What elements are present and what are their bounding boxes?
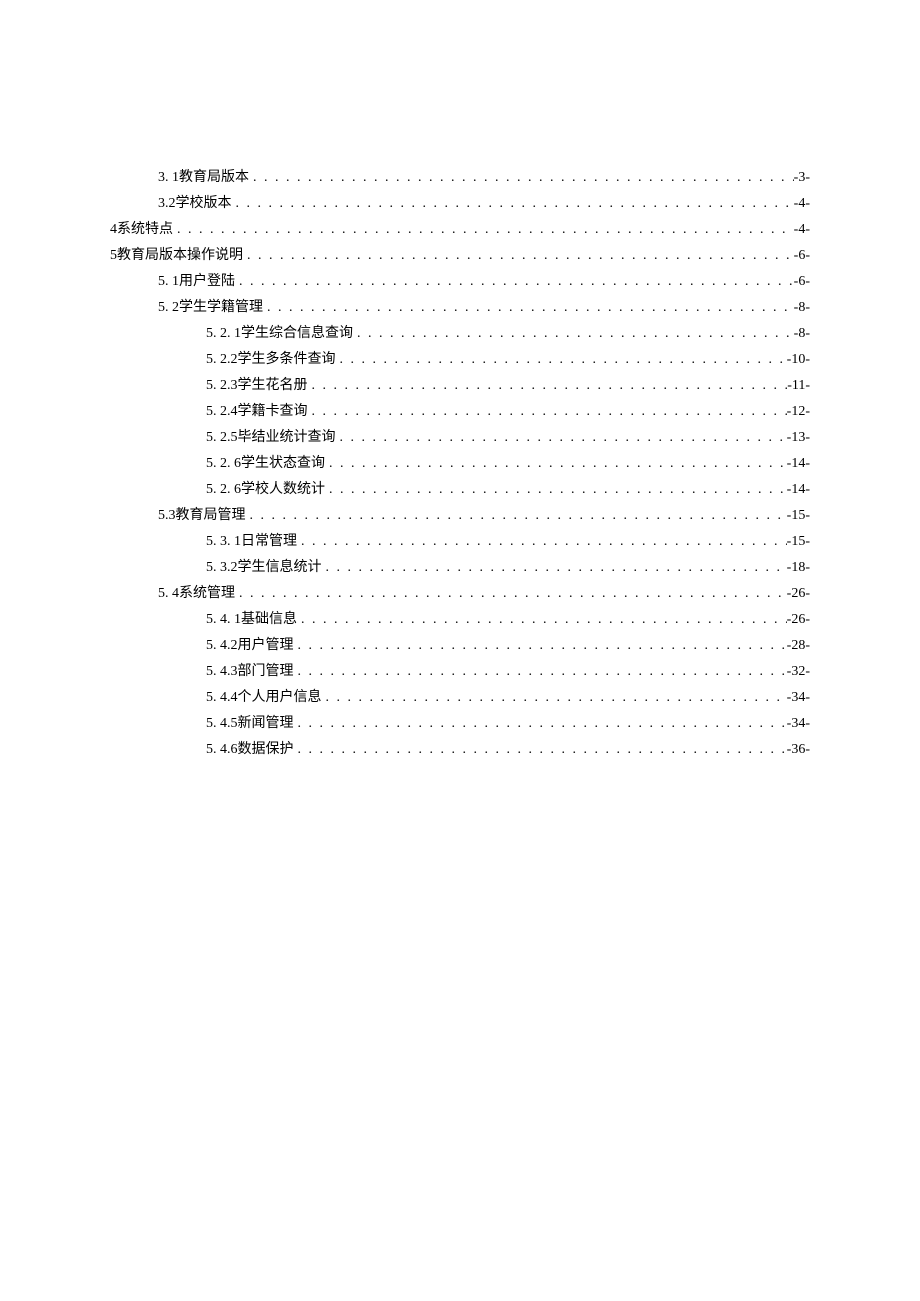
toc-label: 5. 3.2学生信息统计 xyxy=(206,555,322,581)
toc-label: 5. 2.5毕结业统计查询 xyxy=(206,425,336,451)
toc-dots xyxy=(297,529,787,555)
toc-label: 5. 4.3部门管理 xyxy=(206,659,294,685)
toc-page: -26- xyxy=(787,607,810,633)
toc-dots xyxy=(297,607,787,633)
toc-entry: 5. 4.6数据保护 -36- xyxy=(110,737,810,763)
toc-entry: 5. 1用户登陆 -6- xyxy=(110,269,810,295)
toc-page: -28- xyxy=(787,633,810,659)
toc-page: -14- xyxy=(787,477,810,503)
toc-label: 5. 2学生学籍管理 xyxy=(158,295,263,321)
toc-label: 5. 2.3学生花名册 xyxy=(206,373,308,399)
toc-entry: 3.2学校版本 -4- xyxy=(110,191,810,217)
toc-label: 5. 2.2学生多条件查询 xyxy=(206,347,336,373)
toc-entry: 5. 4. 1基础信息 -26- xyxy=(110,607,810,633)
toc-entry: 5. 4.2用户管理 -28- xyxy=(110,633,810,659)
toc-dots xyxy=(235,269,794,295)
toc-label: 5. 4.6数据保护 xyxy=(206,737,294,763)
toc-page: -13- xyxy=(787,425,810,451)
toc-dots xyxy=(294,737,787,763)
toc-dots xyxy=(325,451,787,477)
toc-dots xyxy=(322,555,787,581)
toc-dots xyxy=(325,477,787,503)
toc-page: -8- xyxy=(794,321,810,347)
toc-dots xyxy=(232,191,794,217)
toc-dots xyxy=(322,685,787,711)
toc-label: 5. 1用户登陆 xyxy=(158,269,235,295)
toc-label: 3. 1教育局版本 xyxy=(158,165,249,191)
toc-page: -32- xyxy=(787,659,810,685)
toc-dots xyxy=(243,243,794,269)
toc-page: -12- xyxy=(787,399,810,425)
toc-page: -4- xyxy=(794,217,810,243)
toc-page: -6- xyxy=(794,243,810,269)
toc-entry: 5. 4.4个人用户信息 -34- xyxy=(110,685,810,711)
toc-label: 5. 4.4个人用户信息 xyxy=(206,685,322,711)
toc-label: 3.2学校版本 xyxy=(158,191,232,217)
toc-entry: 4系统特点 -4- xyxy=(110,217,810,243)
toc-entry: 5. 2. 1学生综合信息查询 -8- xyxy=(110,321,810,347)
toc-label: 5. 4.5新闻管理 xyxy=(206,711,294,737)
toc-entry: 5. 2.2学生多条件查询 -10- xyxy=(110,347,810,373)
toc-page: -11- xyxy=(787,373,810,399)
toc-page: -34- xyxy=(787,711,810,737)
toc-page: -3- xyxy=(794,165,810,191)
toc-page: -34- xyxy=(787,685,810,711)
toc-entry: 5. 2.4学籍卡查询 -12- xyxy=(110,399,810,425)
toc-page: -15- xyxy=(787,503,810,529)
toc-dots xyxy=(294,633,787,659)
toc-entry: 5. 2. 6学校人数统计 -14- xyxy=(110,477,810,503)
toc-label: 5.3教育局管理 xyxy=(158,503,246,529)
toc-label: 5. 2. 6学生状态查询 xyxy=(206,451,325,477)
toc-entry: 5. 3. 1日常管理 -15- xyxy=(110,529,810,555)
toc-dots xyxy=(263,295,794,321)
toc-dots xyxy=(336,425,787,451)
toc-label: 5. 2. 1学生综合信息查询 xyxy=(206,321,353,347)
toc-label: 5. 4. 1基础信息 xyxy=(206,607,297,633)
toc-entry: 3. 1教育局版本 -3- xyxy=(110,165,810,191)
toc-entry: 5. 4系统管理 -26- xyxy=(110,581,810,607)
toc-page: -4- xyxy=(794,191,810,217)
toc-entry: 5. 2. 6学生状态查询 -14- xyxy=(110,451,810,477)
toc-entry: 5. 2.3学生花名册 -11- xyxy=(110,373,810,399)
toc-entry: 5. 4.5新闻管理 -34- xyxy=(110,711,810,737)
toc-entry: 5. 3.2学生信息统计 -18- xyxy=(110,555,810,581)
toc-page: -36- xyxy=(787,737,810,763)
toc-page: -15- xyxy=(787,529,810,555)
toc-dots xyxy=(246,503,787,529)
toc-label: 5. 4系统管理 xyxy=(158,581,235,607)
toc-label: 5. 2.4学籍卡查询 xyxy=(206,399,308,425)
toc-dots xyxy=(308,399,787,425)
toc-page: -10- xyxy=(787,347,810,373)
toc-dots xyxy=(249,165,794,191)
toc-entry: 5.3教育局管理 -15- xyxy=(110,503,810,529)
toc-entry: 5. 2.5毕结业统计查询 -13- xyxy=(110,425,810,451)
toc-entry: 5. 2学生学籍管理 -8- xyxy=(110,295,810,321)
toc-dots xyxy=(173,217,794,243)
toc-label: 5教育局版本操作说明 xyxy=(110,243,243,269)
toc-entry: 5教育局版本操作说明 -6- xyxy=(110,243,810,269)
toc-dots xyxy=(353,321,794,347)
toc-label: 5. 4.2用户管理 xyxy=(206,633,294,659)
toc-page: -6- xyxy=(794,269,810,295)
toc-label: 4系统特点 xyxy=(110,217,173,243)
toc-label: 5. 2. 6学校人数统计 xyxy=(206,477,325,503)
toc-page: -8- xyxy=(794,295,810,321)
toc-dots xyxy=(235,581,787,607)
toc-page: -26- xyxy=(787,581,810,607)
toc-page: -18- xyxy=(787,555,810,581)
toc-dots xyxy=(308,373,788,399)
toc-page: -14- xyxy=(787,451,810,477)
toc-dots xyxy=(294,659,787,685)
toc-dots xyxy=(294,711,787,737)
toc-label: 5. 3. 1日常管理 xyxy=(206,529,297,555)
toc-entry: 5. 4.3部门管理 -32- xyxy=(110,659,810,685)
toc-container: 3. 1教育局版本 -3- 3.2学校版本 -4- 4系统特点 -4- 5教育局… xyxy=(110,165,810,763)
toc-dots xyxy=(336,347,787,373)
